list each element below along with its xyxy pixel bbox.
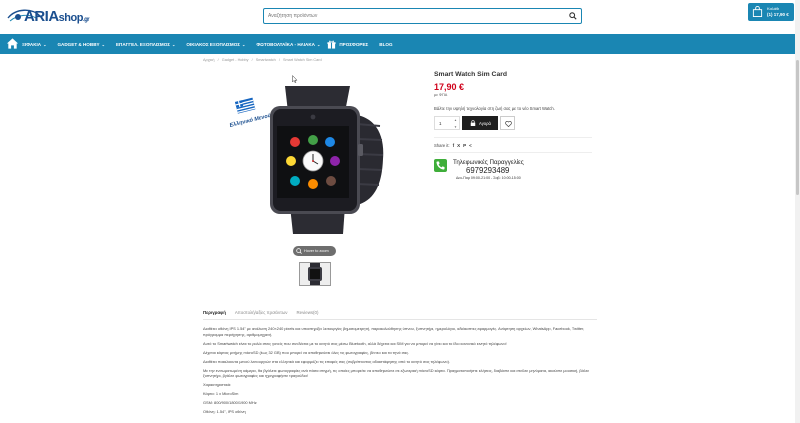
search-bar	[263, 8, 582, 24]
breadcrumb-separator: /	[251, 58, 253, 62]
nav-item-gadget-hobby[interactable]: GADGET & HOBBY ⌄	[57, 42, 104, 47]
phone-handset-icon	[436, 161, 445, 170]
chevron-down-icon: ⌄	[172, 41, 176, 47]
zoom-label: Hover to zoom	[304, 249, 329, 253]
smartwatch-image: Ελληνικό Μενού	[229, 86, 384, 234]
divider	[434, 137, 592, 138]
greek-flag-icon	[235, 97, 256, 114]
search-icon[interactable]	[569, 12, 577, 20]
nav-item-label: ΠΡΟΣΦΟΡΕΣ	[339, 41, 369, 47]
nav-item-photovoltaics[interactable]: ΦΩΤΟΒΟΛΤΑΪΚΑ - ΗΛΙΑΚΑ ⌄	[256, 42, 320, 47]
main-nav: ΞΙΦΑΚΙΑ ⌄ GADGET & HOBBY ⌄ ΕΠΑΓΓΕΛ. ΕΞΟΠΛΙ…	[0, 34, 800, 54]
nav-item-label: ΦΩΤΟΒΟΛΤΑΪΚΑ - ΗΛΙΑΚΑ	[256, 41, 315, 47]
description-paragraph: Με την ενσωματωμένη κάμερα, θα βγάλετε φ…	[203, 367, 590, 379]
description-paragraph: Δέχεται κάρτας μνήμης microSD (έως 32 GB…	[203, 349, 410, 355]
features-heading: Χαρακτηριστικά:	[203, 382, 232, 388]
cart-label: Καλάθι	[767, 6, 780, 11]
increase-qty-icon[interactable]: ▲	[454, 118, 457, 122]
add-to-cart-button[interactable]: Αγορά	[462, 116, 498, 130]
product-short-description: Βάλτε την υψηλή τεχνολογία στη ζωή σας μ…	[434, 106, 555, 111]
decrease-qty-icon[interactable]: ▼	[454, 125, 457, 129]
menu-language-badge: Ελληνικό Μενού	[229, 113, 272, 129]
share-label: Share it:	[434, 143, 450, 148]
thumbnail-image	[308, 263, 322, 285]
home-icon[interactable]	[6, 37, 19, 50]
gift-icon	[327, 40, 336, 49]
facebook-share-icon[interactable]: f	[453, 143, 455, 148]
logo-text: ARIAshop.gr	[24, 8, 90, 25]
description-paragraph: Αυτό το Smartwatch είναι το ρολόι στεις …	[203, 340, 507, 346]
share-icon[interactable]: <	[469, 143, 472, 148]
phone-number[interactable]: 6979293489	[466, 166, 509, 175]
chevron-down-icon: ⌄	[316, 41, 321, 47]
tabs-divider	[203, 319, 597, 320]
description-paragraph: Διαθέτει ποικιλοκυτα μενού λειτουργιών σ…	[203, 358, 450, 364]
breadcrumb: Αρχική / Gadget - Hobby / Smartwatch / S…	[203, 58, 324, 62]
feature-line: Κάρτα: 1 x MicroSim	[203, 391, 239, 397]
breadcrumb-current: Smart Watch Sim Card	[282, 58, 322, 62]
logo-main: ARIA	[24, 8, 59, 25]
nav-item-blog[interactable]: BLOG	[379, 42, 392, 47]
quantity-value[interactable]: 1	[439, 121, 442, 126]
phone-hours: Δευ-Παρ 09:00-21:00 - Σαβ: 10:00-15:00	[456, 176, 521, 180]
cart-total: (1) 17,90 €	[767, 12, 789, 17]
breadcrumb-home[interactable]: Αρχική	[203, 58, 215, 62]
nav-item-label: BLOG	[379, 41, 393, 47]
vat-note: με ΦΠΑ	[434, 93, 448, 97]
feature-line: GSM: 800/900/1800/1900 MHz	[203, 400, 257, 406]
nav-item-professional-equipment[interactable]: ΕΠΑΓΓΕΛ. ΕΞΟΠΛΙΣΜΟΣ ⌄	[116, 42, 175, 47]
breadcrumb-subcategory[interactable]: Smartwatch	[256, 58, 276, 62]
x-share-icon[interactable]: X	[457, 143, 460, 148]
chevron-down-icon: ⌄	[242, 41, 246, 47]
hover-to-zoom-button[interactable]: Hover to zoom	[293, 246, 336, 256]
site-header: ARIAshop.gr Καλάθι (1) 17,90 €	[0, 0, 800, 34]
cart-button[interactable]: Καλάθι (1) 17,90 €	[748, 3, 794, 21]
nav-item-label: ΕΠΑΓΓΕΛ. ΕΞΟΠΛΙΣΜΟΣ	[115, 41, 171, 47]
feature-line: Οθόνη: 1.54", IPS οθόνη	[203, 409, 246, 415]
shopping-bag-icon	[752, 6, 763, 17]
nav-item-label: GADGET & HOBBY	[57, 41, 100, 47]
search-input[interactable]	[268, 10, 558, 22]
lock-icon	[470, 120, 476, 126]
buy-label: Αγορά	[479, 121, 491, 126]
chevron-down-icon: ⌄	[101, 41, 105, 47]
nav-item-label: ΟΙΚΙΑΚΟΣ ΕΞΟΠΛΙΣΜΟΣ	[186, 41, 241, 47]
heart-icon	[505, 121, 512, 127]
product-main-image[interactable]: Ελληνικό Μενού	[225, 84, 415, 239]
nav-menu: ΞΙΦΑΚΙΑ ⌄ GADGET & HOBBY ⌄ ΕΠΑΓΓΕΛ. ΕΞΟΠΛΙ…	[22, 34, 404, 54]
site-logo[interactable]: ARIAshop.gr	[6, 4, 90, 30]
logo-tld: .gr	[82, 17, 90, 23]
breadcrumb-separator: /	[217, 58, 219, 62]
product-title: Smart Watch Sim Card	[434, 71, 508, 78]
nav-item-home-equipment[interactable]: ΟΙΚΙΑΚΟΣ ΕΞΟΠΛΙΣΜΟΣ ⌄	[186, 42, 245, 47]
divider	[434, 152, 592, 153]
page-scrollbar[interactable]	[795, 0, 800, 423]
zoom-icon	[296, 248, 302, 254]
product-price: 17,90 €	[434, 82, 465, 92]
nav-item-label: ΞΙΦΑΚΙΑ	[22, 41, 42, 47]
wishlist-button[interactable]	[500, 116, 515, 130]
breadcrumb-category[interactable]: Gadget - Hobby	[222, 58, 249, 62]
quantity-stepper[interactable]: 1 ▲ ▼	[434, 116, 460, 130]
phone-orders-title: Τηλεφωνικές Παραγγελίες	[453, 159, 524, 166]
breadcrumb-separator: /	[278, 58, 280, 62]
share-row: Share it: f X P <	[434, 143, 472, 148]
nav-item-xifakia[interactable]: ΞΙΦΑΚΙΑ ⌄	[22, 42, 46, 47]
chevron-down-icon: ⌄	[43, 41, 47, 47]
description-paragraph: Διαθέτει οθόνη IPS 1.54" με ανάλυση 240×…	[203, 326, 585, 337]
product-description: Διαθέτει οθόνη IPS 1.54" με ανάλυση 240×…	[203, 326, 595, 418]
mouse-cursor-icon	[292, 75, 298, 83]
logo-shop: shop	[58, 12, 84, 24]
nav-item-offers[interactable]: ΠΡΟΣΦΟΡΕΣ	[327, 40, 368, 49]
pinterest-share-icon[interactable]: P	[463, 143, 466, 148]
product-thumbnail[interactable]	[299, 262, 331, 286]
scrollbar-thumb[interactable]	[796, 60, 799, 195]
phone-icon	[434, 159, 447, 172]
